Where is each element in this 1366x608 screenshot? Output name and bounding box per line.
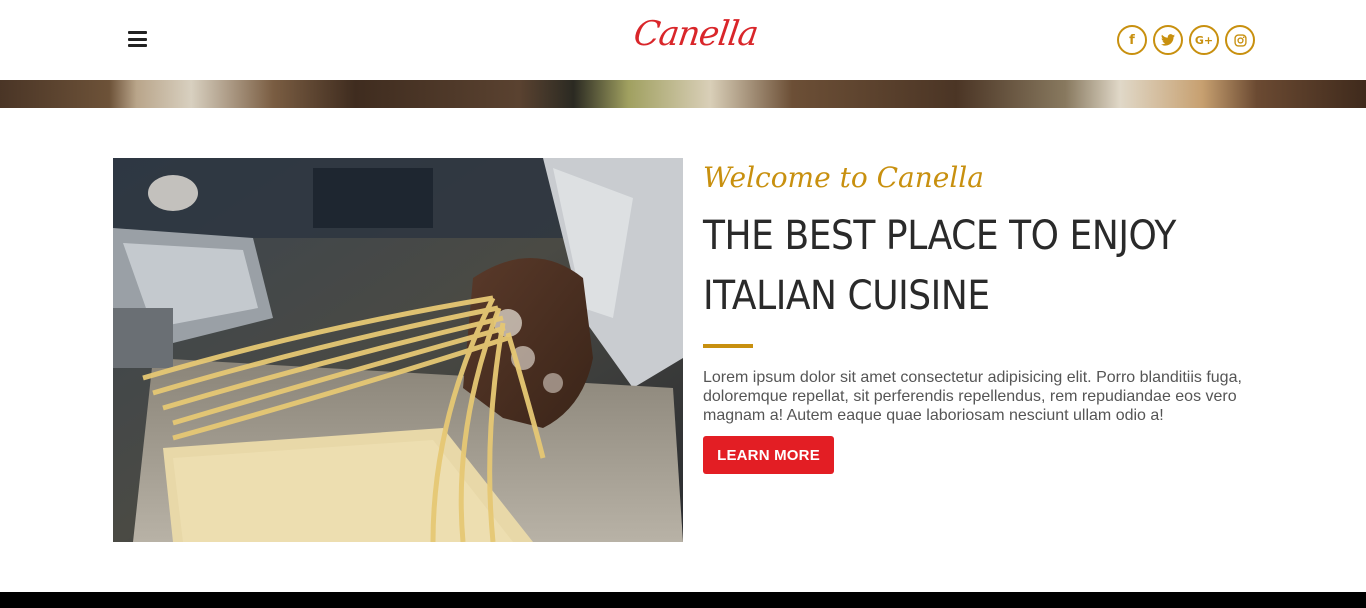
hamburger-menu-icon[interactable]: [128, 29, 148, 49]
site-header: Canella f G+: [0, 0, 1366, 80]
fresh-pasta-photo: [113, 158, 683, 542]
instagram-icon[interactable]: [1225, 25, 1255, 55]
headline-divider: [703, 344, 753, 348]
hero-banner-strip: [0, 80, 1366, 108]
menu-bar: [128, 31, 147, 34]
about-paragraph: Lorem ipsum dolor sit amet consectetur a…: [703, 369, 1242, 424]
page-headline: THE BEST PLACE TO ENJOY ITALIAN CUISINE: [703, 213, 1176, 319]
twitter-icon[interactable]: [1153, 25, 1183, 55]
menu-bar: [128, 44, 147, 47]
google-plus-icon[interactable]: G+: [1189, 25, 1219, 55]
site-logo[interactable]: Canella: [631, 12, 761, 56]
instagram-camera-glyph: [1233, 33, 1247, 47]
welcome-tagline: Welcome to Canella: [703, 161, 984, 194]
menu-bar: [128, 37, 147, 41]
twitter-bird-glyph: [1161, 34, 1175, 46]
facebook-icon[interactable]: f: [1117, 25, 1147, 55]
footer-section-top: [0, 592, 1366, 608]
social-links: f G+: [1117, 25, 1255, 55]
learn-more-button[interactable]: LEARN MORE: [703, 436, 834, 474]
